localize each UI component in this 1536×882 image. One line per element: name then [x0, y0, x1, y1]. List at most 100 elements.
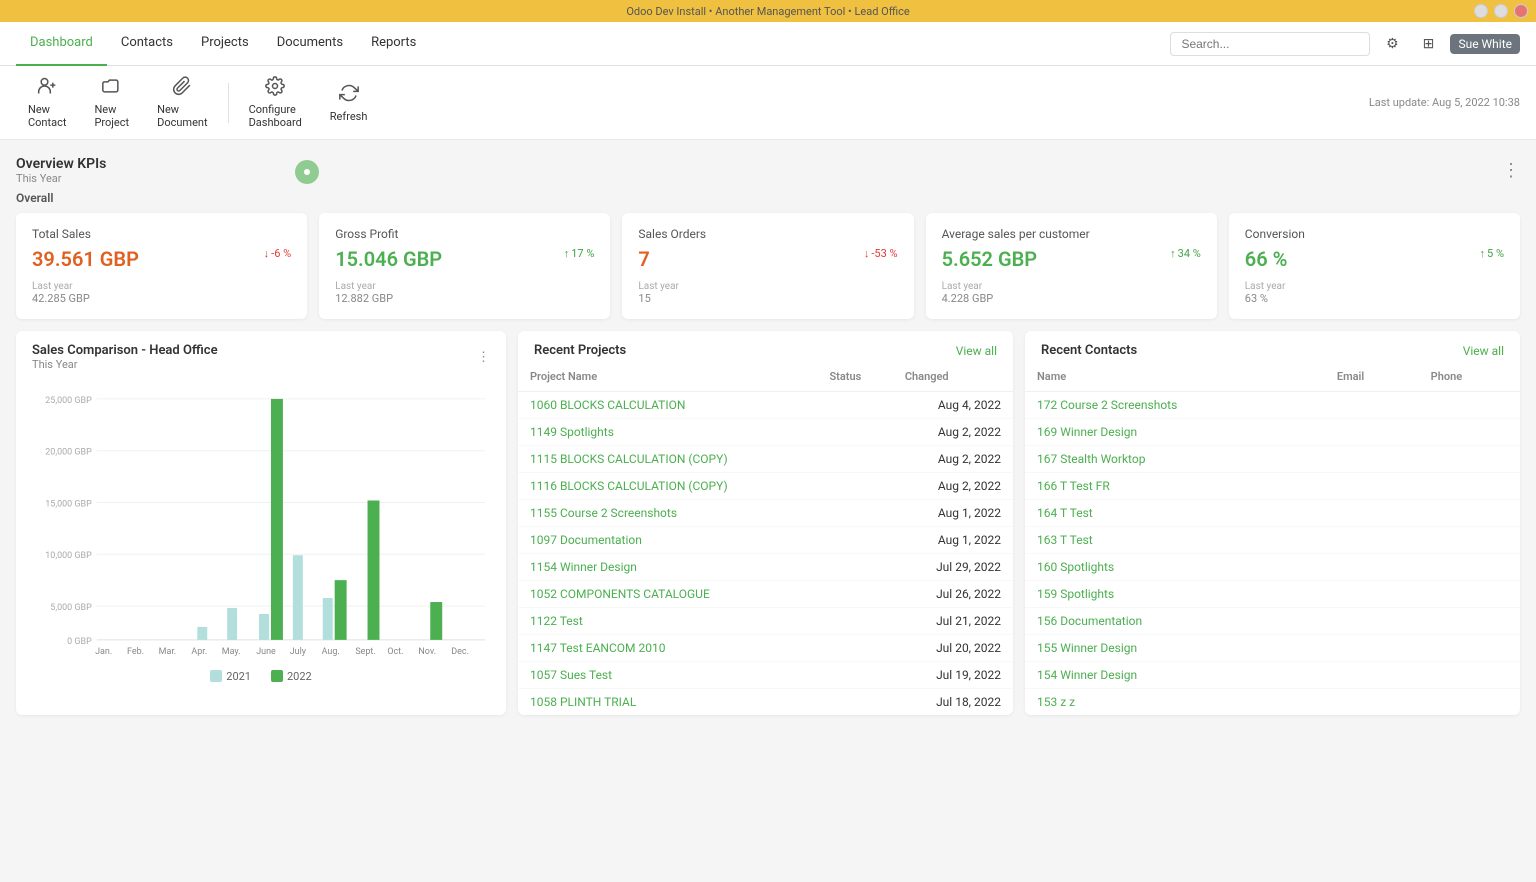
kpi-card-avg-sales: Average sales per customer 5.652 GBP ↑ 3…	[926, 213, 1217, 319]
nav-reports[interactable]: Reports	[357, 22, 430, 66]
svg-text:Mar.: Mar.	[159, 647, 177, 657]
project-status	[817, 473, 892, 500]
contact-email	[1325, 581, 1419, 608]
refresh-button[interactable]: Refresh	[318, 79, 380, 127]
title-bar-text: Odoo Dev Install • Another Management To…	[626, 5, 909, 18]
kpi-change-0: ↓ -6 %	[264, 247, 292, 260]
contact-name[interactable]: 153 z z	[1025, 689, 1325, 716]
kpi-title: Overview KPIs	[16, 156, 106, 172]
table-row: 154 Winner Design	[1025, 662, 1520, 689]
new-contact-button[interactable]: NewContact	[16, 72, 78, 133]
kpi-subtitle: This Year	[16, 172, 106, 185]
user-avatar[interactable]: Sue White	[1450, 34, 1520, 54]
kpi-label-1: Gross Profit	[335, 227, 594, 241]
kpi-row-3: 5.652 GBP ↑ 34 %	[942, 247, 1201, 275]
contact-email	[1325, 473, 1419, 500]
project-name[interactable]: 1097 Documentation	[518, 527, 817, 554]
contacts-panel-title: Recent Contacts	[1041, 343, 1137, 358]
contact-email	[1325, 608, 1419, 635]
contact-name[interactable]: 160 Spotlights	[1025, 554, 1325, 581]
projects-col-name: Project Name	[518, 362, 817, 392]
table-row: 1058 PLINTH TRIAL Jul 18, 2022	[518, 689, 1013, 716]
project-name[interactable]: 1154 Winner Design	[518, 554, 817, 581]
table-row: 1060 BLOCKS CALCULATION Aug 4, 2022	[518, 392, 1013, 419]
project-name[interactable]: 1115 BLOCKS CALCULATION (COPY)	[518, 446, 817, 473]
contact-name[interactable]: 163 T Test	[1025, 527, 1325, 554]
project-status	[817, 446, 892, 473]
last-update: Last update: Aug 5, 2022 10:38	[1369, 96, 1520, 109]
project-name[interactable]: 1058 PLINTH TRIAL	[518, 689, 817, 716]
folder-icon	[102, 76, 122, 101]
kpi-row-4: 66 % ↑ 5 %	[1245, 247, 1504, 275]
project-name[interactable]: 1052 COMPONENTS CATALOGUE	[518, 581, 817, 608]
settings-icon[interactable]: ⚙	[1378, 30, 1406, 58]
project-name[interactable]: 1122 Test	[518, 608, 817, 635]
svg-text:Jan.: Jan.	[95, 647, 112, 657]
project-name[interactable]: 1057 Sues Test	[518, 662, 817, 689]
window-controls[interactable]	[1474, 4, 1528, 18]
contact-name[interactable]: 169 Winner Design	[1025, 419, 1325, 446]
grid-icon[interactable]: ⊞	[1414, 30, 1442, 58]
project-name[interactable]: 1149 Spotlights	[518, 419, 817, 446]
svg-text:May.: May.	[222, 647, 241, 657]
table-row: 166 T Test FR	[1025, 473, 1520, 500]
configure-dashboard-button[interactable]: ConfigureDashboard	[237, 72, 314, 133]
minimize-btn[interactable]	[1474, 4, 1488, 18]
contact-name[interactable]: 155 Winner Design	[1025, 635, 1325, 662]
new-project-label: NewProject	[94, 103, 129, 129]
table-row: 159 Spotlights	[1025, 581, 1520, 608]
new-project-button[interactable]: NewProject	[82, 72, 141, 133]
project-status	[817, 689, 892, 716]
table-row: 1149 Spotlights Aug 2, 2022	[518, 419, 1013, 446]
contact-name[interactable]: 172 Course 2 Screenshots	[1025, 392, 1325, 419]
svg-text:15,000 GBP: 15,000 GBP	[45, 499, 92, 509]
toolbar: NewContact NewProject NewDocument Config…	[0, 66, 1536, 140]
contact-name[interactable]: 167 Stealth Worktop	[1025, 446, 1325, 473]
gear-icon	[265, 76, 285, 101]
close-btn[interactable]	[1514, 4, 1528, 18]
kpi-card-sales-orders: Sales Orders 7 ↓ -53 % Last year 15	[622, 213, 913, 319]
project-name[interactable]: 1116 BLOCKS CALCULATION (COPY)	[518, 473, 817, 500]
maximize-btn[interactable]	[1494, 4, 1508, 18]
project-name[interactable]: 1060 BLOCKS CALCULATION	[518, 392, 817, 419]
kpi-lastyear-label-0: Last year	[32, 281, 291, 292]
svg-text:0 GBP: 0 GBP	[67, 637, 92, 647]
table-row: 1115 BLOCKS CALCULATION (COPY) Aug 2, 20…	[518, 446, 1013, 473]
nav-dashboard[interactable]: Dashboard	[16, 22, 107, 66]
recent-projects-panel: Recent Projects View all Project Name St…	[518, 331, 1013, 715]
project-changed: Jul 19, 2022	[893, 662, 1013, 689]
sales-menu-icon[interactable]: ⋮	[477, 350, 490, 365]
svg-text:Sept.: Sept.	[355, 647, 375, 657]
nav-projects[interactable]: Projects	[187, 22, 263, 66]
contact-name[interactable]: 154 Winner Design	[1025, 662, 1325, 689]
nav-documents[interactable]: Documents	[263, 22, 357, 66]
table-row: 1147 Test EANCOM 2010 Jul 20, 2022	[518, 635, 1013, 662]
project-changed: Jul 21, 2022	[893, 608, 1013, 635]
search-input[interactable]	[1170, 32, 1370, 56]
contact-name[interactable]: 164 T Test	[1025, 500, 1325, 527]
kpi-lastyear-val-0: 42.285 GBP	[32, 292, 291, 305]
contact-name[interactable]: 156 Documentation	[1025, 608, 1325, 635]
table-row: 160 Spotlights	[1025, 554, 1520, 581]
contact-email	[1325, 554, 1419, 581]
chart-legend: 2021 2022	[32, 670, 490, 683]
contact-phone	[1419, 446, 1520, 473]
project-status	[817, 500, 892, 527]
nav-contacts[interactable]: Contacts	[107, 22, 187, 66]
sales-panel-subtitle: This Year	[32, 358, 218, 371]
new-document-button[interactable]: NewDocument	[145, 72, 219, 133]
contact-name[interactable]: 159 Spotlights	[1025, 581, 1325, 608]
table-row: 156 Documentation	[1025, 608, 1520, 635]
contacts-view-all[interactable]: View all	[1463, 344, 1504, 358]
kpi-menu-icon[interactable]: ⋮	[1502, 160, 1520, 181]
title-bar: Odoo Dev Install • Another Management To…	[0, 0, 1536, 22]
projects-view-all[interactable]: View all	[956, 344, 997, 358]
chart-area: 25,000 GBP 20,000 GBP 15,000 GBP 10,000 …	[16, 375, 506, 691]
contact-name[interactable]: 166 T Test FR	[1025, 473, 1325, 500]
paperclip-icon	[172, 76, 192, 101]
table-row: 1154 Winner Design Jul 29, 2022	[518, 554, 1013, 581]
project-name[interactable]: 1155 Course 2 Screenshots	[518, 500, 817, 527]
contacts-panel-header: Recent Contacts View all	[1025, 331, 1520, 362]
project-name[interactable]: 1147 Test EANCOM 2010	[518, 635, 817, 662]
svg-text:Aug.: Aug.	[322, 647, 340, 657]
